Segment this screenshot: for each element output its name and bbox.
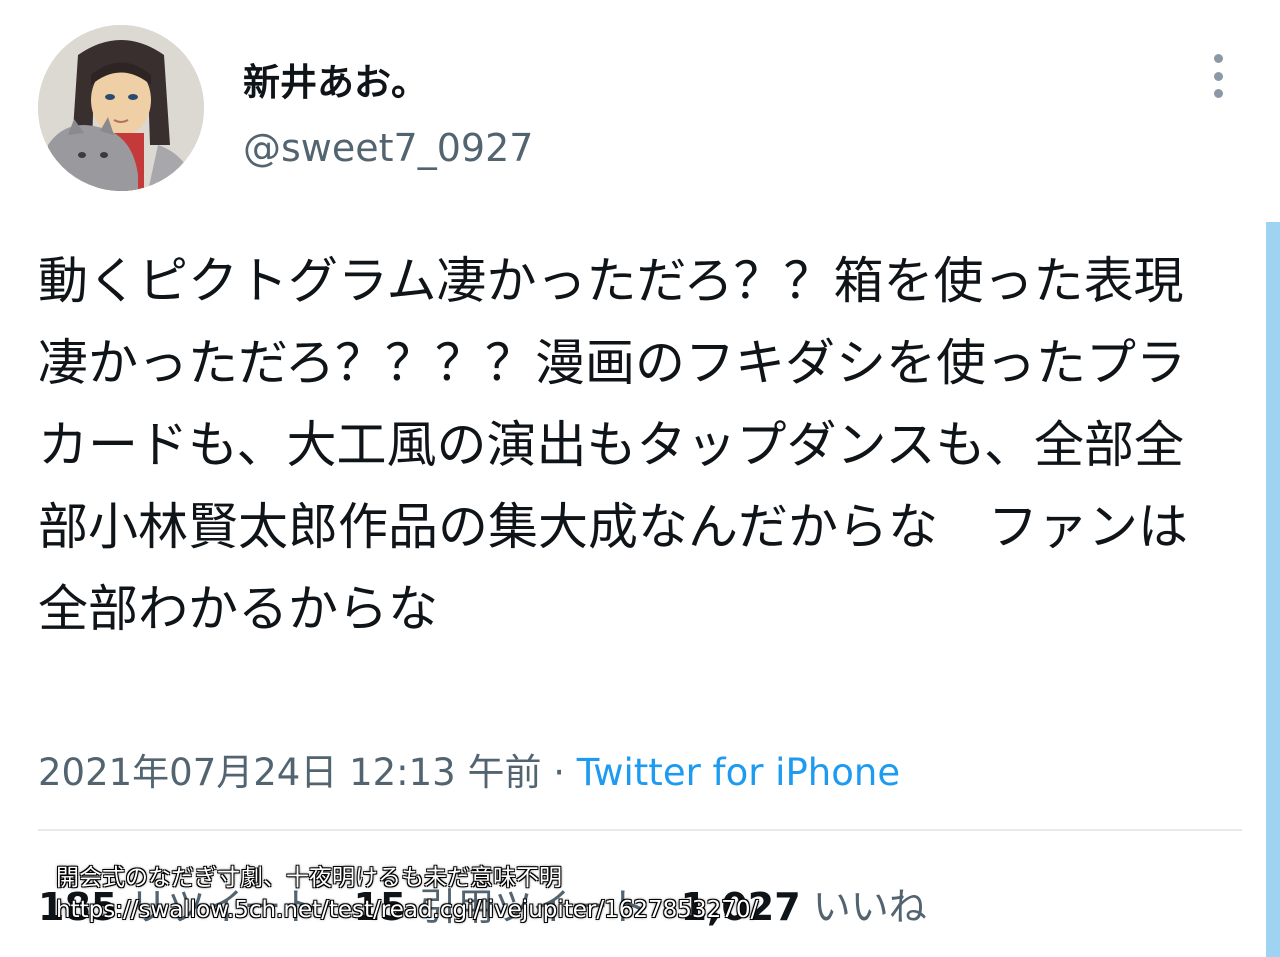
meta-separator: · [553,751,566,794]
more-vertical-icon-dot [1213,71,1223,81]
user-avatar-illustration-icon [38,25,204,191]
divider [38,829,1242,831]
more-options-button[interactable] [1200,54,1236,98]
watermark-overlay: 開会式のなだぎ寸劇、十夜明けるも未だ意味不明 https://swallow.5… [56,862,758,926]
more-vertical-icon-dot [1213,89,1223,98]
more-vertical-icon [1213,54,1223,63]
user-handle[interactable]: @sweet7_0927 [243,126,533,170]
tweet-timestamp[interactable]: 2021年07月24日 12:13 午前 [38,751,541,794]
overlay-url: https://swallow.5ch.net/test/read.cgi/li… [56,897,759,923]
tweet-text: 動くピクトグラム凄かっただろ？？箱を使った表現凄かっただろ？？？？漫画のフキダシ… [38,252,1188,638]
likes-label: いいね [812,885,927,929]
overlay-caption: 開会式のなだぎ寸劇、十夜明けるも未だ意味不明 [56,865,562,891]
tweet-meta: 2021年07月24日 12:13 午前 · Twitter for iPhon… [38,742,900,796]
avatar[interactable] [38,25,204,191]
tweet-source-link[interactable]: Twitter for iPhone [577,751,900,794]
display-name[interactable]: 新井あお。 [243,52,428,106]
scrollbar[interactable] [1266,222,1280,957]
